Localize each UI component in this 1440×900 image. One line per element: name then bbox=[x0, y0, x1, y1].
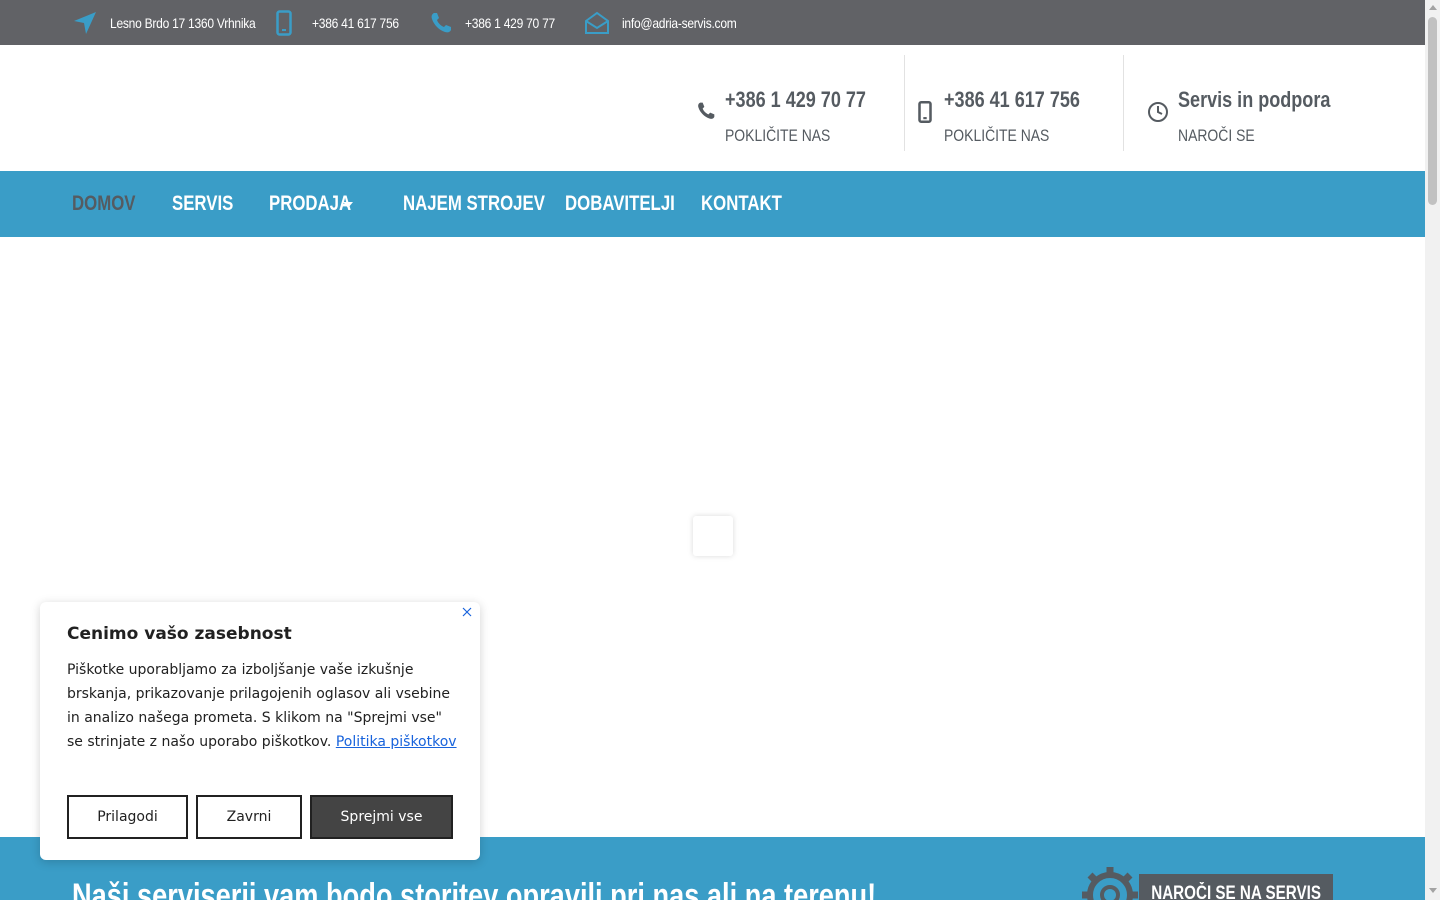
nav-item-label: DOMOV bbox=[72, 192, 136, 215]
book-service-label: NAROČI SE NA SERVIS bbox=[1151, 883, 1321, 900]
mobile-icon bbox=[276, 9, 292, 36]
cookie-title: Cenimo vašo zasebnost bbox=[67, 624, 292, 644]
nav-item-label: SERVIS bbox=[172, 192, 234, 215]
nav-item-label: DOBAVITELJI bbox=[565, 192, 675, 215]
header-support-box[interactable]: Servis in podpora NAROČI SE bbox=[1147, 55, 1367, 151]
header-mobile-number: +386 41 617 756 bbox=[944, 87, 1080, 112]
close-icon[interactable] bbox=[460, 605, 474, 619]
clock-icon bbox=[1148, 102, 1168, 122]
header-mobile-caption: POKLIČITE NAS bbox=[944, 126, 1050, 145]
scrollbar-thumb[interactable] bbox=[1428, 17, 1437, 205]
cookie-consent-dialog: Cenimo vašo zasebnost Piškotke uporablja… bbox=[40, 602, 480, 860]
topbar-address-text: Lesno Brdo 17 1360 Vrhnika bbox=[110, 14, 256, 31]
loading-spinner bbox=[693, 516, 733, 556]
topbar-phone-text[interactable]: +386 1 429 70 77 bbox=[465, 15, 555, 31]
header-phone-caption: POKLIČITE NAS bbox=[725, 126, 831, 145]
scroll-down-arrow-icon[interactable] bbox=[1429, 888, 1437, 893]
banner-headline: Naši serviserji vam bodo storitev opravi… bbox=[72, 877, 877, 900]
topbar-email-text[interactable]: info@adria-servis.com bbox=[622, 15, 737, 31]
cookie-policy-link[interactable]: Politika piškotkov bbox=[336, 734, 457, 750]
header-divider bbox=[1123, 55, 1124, 151]
nav-item-najem-strojev[interactable]: NAJEM STROJEV bbox=[403, 171, 580, 237]
envelope-open-icon bbox=[585, 11, 609, 34]
header-mobile-box[interactable]: +386 41 617 756 POKLIČITE NAS bbox=[918, 55, 1118, 151]
topbar-email[interactable]: info@adria-servis.com bbox=[584, 0, 755, 45]
mobile-icon bbox=[918, 101, 932, 123]
nav-item-dobavitelji[interactable]: DOBAVITELJI bbox=[565, 171, 702, 237]
topbar-phone[interactable]: +386 1 429 70 77 bbox=[429, 0, 570, 45]
nav-item-label: NAJEM STROJEV bbox=[403, 192, 545, 215]
header-phone-number: +386 1 429 70 77 bbox=[725, 87, 866, 112]
site-header: +386 1 429 70 77 POKLIČITE NAS +386 41 6… bbox=[0, 45, 1425, 171]
topbar-address: Lesno Brdo 17 1360 Vrhnika bbox=[72, 0, 279, 45]
customize-button[interactable]: Prilagodi bbox=[67, 795, 188, 839]
main-nav: DOMOV SERVIS PRODAJA NAJEM STROJEV DOBAV… bbox=[0, 171, 1425, 237]
accept-all-button[interactable]: Sprejmi vse bbox=[310, 795, 453, 839]
scroll-up-arrow-icon[interactable] bbox=[1429, 5, 1437, 10]
book-service-button[interactable]: NAROČI SE NA SERVIS bbox=[1139, 874, 1333, 900]
top-bar: Lesno Brdo 17 1360 Vrhnika +386 41 617 7… bbox=[0, 0, 1425, 45]
nav-item-domov[interactable]: DOMOV bbox=[72, 171, 151, 237]
header-divider bbox=[904, 55, 905, 151]
nav-item-label: PRODAJA bbox=[269, 192, 352, 215]
topbar-mobile-text[interactable]: +386 41 617 756 bbox=[312, 15, 399, 31]
nav-item-servis[interactable]: SERVIS bbox=[172, 171, 249, 237]
page-scrollbar[interactable] bbox=[1425, 0, 1440, 900]
nav-item-kontakt[interactable]: KONTAKT bbox=[701, 171, 802, 237]
header-phone-box[interactable]: +386 1 429 70 77 POKLIČITE NAS bbox=[696, 55, 896, 151]
nav-item-label: KONTAKT bbox=[701, 192, 782, 215]
header-support-title: Servis in podpora bbox=[1178, 87, 1331, 112]
chevron-down-icon bbox=[343, 202, 353, 208]
location-arrow-icon bbox=[74, 11, 96, 34]
reject-button[interactable]: Zavrni bbox=[196, 795, 302, 839]
header-support-caption: NAROČI SE bbox=[1178, 126, 1255, 145]
phone-icon bbox=[698, 102, 715, 119]
nav-item-prodaja[interactable]: PRODAJA bbox=[269, 171, 359, 237]
cookie-description: Piškotke uporabljamo za izboljšanje vaše… bbox=[67, 658, 459, 754]
phone-icon bbox=[431, 12, 451, 32]
gear-icon bbox=[1082, 867, 1138, 900]
topbar-mobile[interactable]: +386 41 617 756 bbox=[276, 0, 413, 45]
